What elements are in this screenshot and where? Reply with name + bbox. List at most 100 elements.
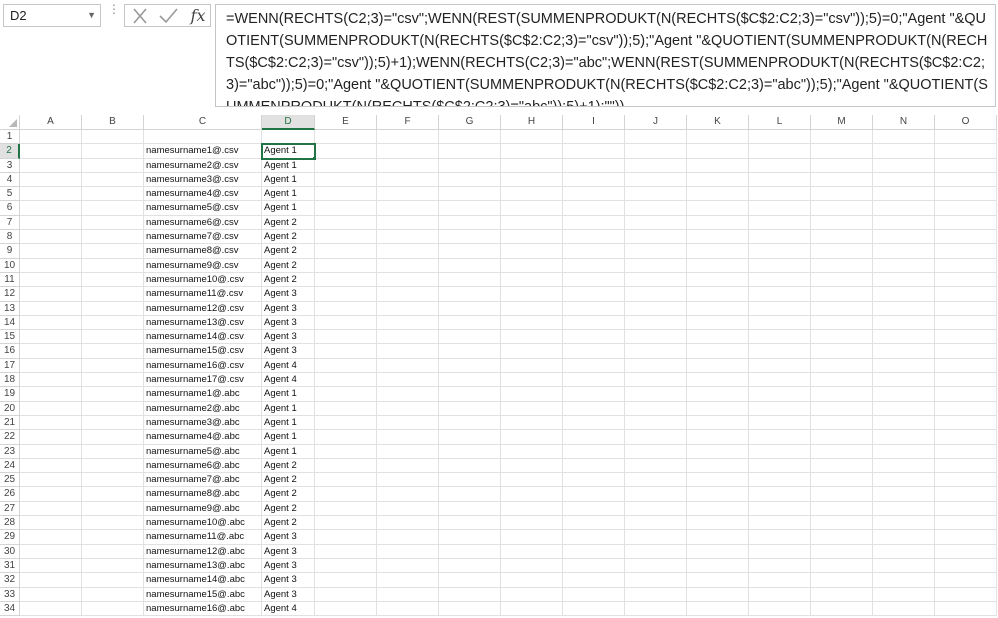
cell-n8[interactable] bbox=[873, 230, 935, 245]
cell-l29[interactable] bbox=[749, 530, 811, 545]
cell-b9[interactable] bbox=[82, 244, 144, 259]
cell-l34[interactable] bbox=[749, 601, 811, 617]
cell-e7[interactable] bbox=[315, 215, 377, 231]
cell-n13[interactable] bbox=[873, 301, 935, 316]
cell-n14[interactable] bbox=[873, 315, 935, 331]
cell-b17[interactable] bbox=[82, 358, 144, 374]
cell-a33[interactable] bbox=[20, 587, 82, 602]
cell-b18[interactable] bbox=[82, 373, 144, 388]
cell-d20[interactable]: Agent 1 bbox=[262, 401, 315, 416]
cell-l1[interactable] bbox=[749, 130, 811, 145]
row-header[interactable]: 27 bbox=[0, 501, 20, 517]
cell-i34[interactable] bbox=[563, 601, 625, 617]
cell-n31[interactable] bbox=[873, 558, 935, 574]
cell-n30[interactable] bbox=[873, 544, 935, 559]
cell-c28[interactable]: namesurname10@.abc bbox=[144, 516, 262, 531]
cell-c30[interactable]: namesurname12@.abc bbox=[144, 544, 262, 559]
cell-n18[interactable] bbox=[873, 373, 935, 388]
cell-e29[interactable] bbox=[315, 530, 377, 545]
cell-o11[interactable] bbox=[935, 272, 997, 288]
row-header[interactable]: 30 bbox=[0, 544, 20, 559]
cell-m31[interactable] bbox=[811, 558, 873, 574]
cell-f20[interactable] bbox=[377, 401, 439, 416]
cell-d7[interactable]: Agent 2 bbox=[262, 215, 315, 231]
cell-i26[interactable] bbox=[563, 487, 625, 502]
row-header[interactable]: 24 bbox=[0, 458, 20, 474]
cell-l22[interactable] bbox=[749, 430, 811, 445]
cell-b31[interactable] bbox=[82, 558, 144, 574]
cell-n16[interactable] bbox=[873, 344, 935, 359]
cell-f10[interactable] bbox=[377, 258, 439, 273]
cell-i16[interactable] bbox=[563, 344, 625, 359]
cell-o14[interactable] bbox=[935, 315, 997, 331]
cell-i29[interactable] bbox=[563, 530, 625, 545]
cell-g13[interactable] bbox=[439, 301, 501, 316]
cell-d12[interactable]: Agent 3 bbox=[262, 287, 315, 302]
cell-k14[interactable] bbox=[687, 315, 749, 331]
cell-a25[interactable] bbox=[20, 473, 82, 488]
cell-j23[interactable] bbox=[625, 444, 687, 459]
column-header-a[interactable]: A bbox=[20, 115, 82, 130]
cell-l4[interactable] bbox=[749, 172, 811, 188]
cell-g22[interactable] bbox=[439, 430, 501, 445]
cell-e30[interactable] bbox=[315, 544, 377, 559]
formula-bar-grip-icon[interactable]: ⋮ bbox=[108, 3, 120, 24]
cell-j4[interactable] bbox=[625, 172, 687, 188]
cell-c8[interactable]: namesurname7@.csv bbox=[144, 230, 262, 245]
column-header-n[interactable]: N bbox=[873, 115, 935, 130]
cell-b12[interactable] bbox=[82, 287, 144, 302]
cell-d22[interactable]: Agent 1 bbox=[262, 430, 315, 445]
cell-i22[interactable] bbox=[563, 430, 625, 445]
cell-d29[interactable]: Agent 3 bbox=[262, 530, 315, 545]
row-header[interactable]: 26 bbox=[0, 487, 20, 502]
cell-e18[interactable] bbox=[315, 373, 377, 388]
cell-m4[interactable] bbox=[811, 172, 873, 188]
column-header-j[interactable]: J bbox=[625, 115, 687, 130]
cell-k24[interactable] bbox=[687, 458, 749, 474]
cell-e23[interactable] bbox=[315, 444, 377, 459]
cell-k1[interactable] bbox=[687, 130, 749, 145]
cell-e17[interactable] bbox=[315, 358, 377, 374]
cell-g6[interactable] bbox=[439, 201, 501, 216]
cell-b10[interactable] bbox=[82, 258, 144, 273]
cell-g23[interactable] bbox=[439, 444, 501, 459]
cell-b28[interactable] bbox=[82, 516, 144, 531]
cell-i13[interactable] bbox=[563, 301, 625, 316]
cell-i8[interactable] bbox=[563, 230, 625, 245]
cell-m19[interactable] bbox=[811, 387, 873, 402]
cell-b27[interactable] bbox=[82, 501, 144, 517]
cell-d24[interactable]: Agent 2 bbox=[262, 458, 315, 474]
cell-i27[interactable] bbox=[563, 501, 625, 517]
cell-c4[interactable]: namesurname3@.csv bbox=[144, 172, 262, 188]
cell-m33[interactable] bbox=[811, 587, 873, 602]
cell-f16[interactable] bbox=[377, 344, 439, 359]
cell-k7[interactable] bbox=[687, 215, 749, 231]
cell-a22[interactable] bbox=[20, 430, 82, 445]
cell-f17[interactable] bbox=[377, 358, 439, 374]
cell-g30[interactable] bbox=[439, 544, 501, 559]
column-header-o[interactable]: O bbox=[935, 115, 997, 130]
cell-h23[interactable] bbox=[501, 444, 563, 459]
cell-g20[interactable] bbox=[439, 401, 501, 416]
cell-o8[interactable] bbox=[935, 230, 997, 245]
cell-m15[interactable] bbox=[811, 330, 873, 345]
cell-m28[interactable] bbox=[811, 516, 873, 531]
cell-l31[interactable] bbox=[749, 558, 811, 574]
cell-m7[interactable] bbox=[811, 215, 873, 231]
cell-a13[interactable] bbox=[20, 301, 82, 316]
cell-h33[interactable] bbox=[501, 587, 563, 602]
cell-n34[interactable] bbox=[873, 601, 935, 617]
cell-d19[interactable]: Agent 1 bbox=[262, 387, 315, 402]
cell-f26[interactable] bbox=[377, 487, 439, 502]
cell-a27[interactable] bbox=[20, 501, 82, 517]
formula-input[interactable]: =WENN(RECHTS(C2;3)="csv";WENN(REST(SUMME… bbox=[215, 4, 996, 107]
cell-j13[interactable] bbox=[625, 301, 687, 316]
cell-d11[interactable]: Agent 2 bbox=[262, 272, 315, 288]
cell-m25[interactable] bbox=[811, 473, 873, 488]
cell-f13[interactable] bbox=[377, 301, 439, 316]
cell-l12[interactable] bbox=[749, 287, 811, 302]
row-header[interactable]: 1 bbox=[0, 130, 20, 145]
cell-d9[interactable]: Agent 2 bbox=[262, 244, 315, 259]
cell-f34[interactable] bbox=[377, 601, 439, 617]
row-header[interactable]: 20 bbox=[0, 401, 20, 416]
